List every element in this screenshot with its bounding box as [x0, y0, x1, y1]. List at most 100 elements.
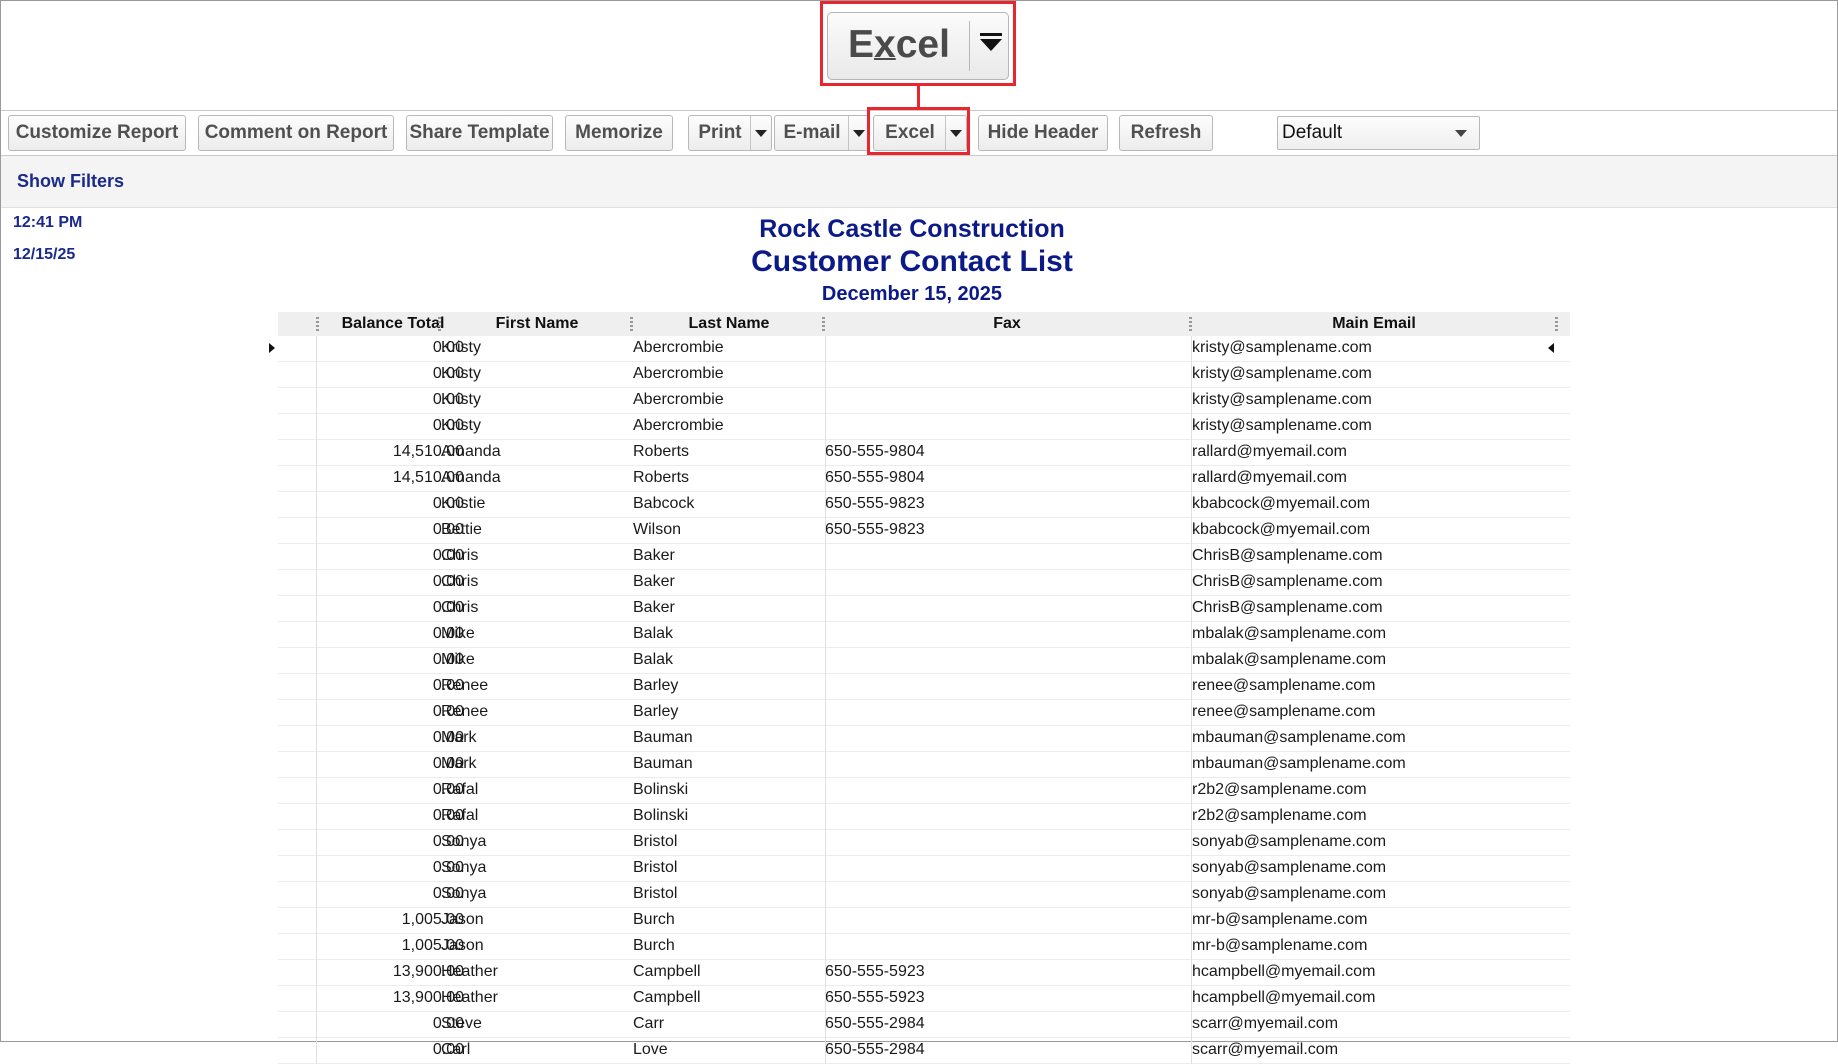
- first-name-cell: Heather: [441, 989, 498, 1006]
- table-row[interactable]: 0.00 Renee Barley renee@samplename.com: [278, 674, 1570, 700]
- report-as-of-date: December 15, 2025: [821, 283, 1003, 305]
- table-row[interactable]: 0.00 Sonya Bristol sonyab@samplename.com: [278, 882, 1570, 908]
- current-row-marker-icon: [269, 343, 275, 353]
- column-header-last-name[interactable]: Last Name: [634, 315, 824, 333]
- customize-report-button[interactable]: Customize Report: [8, 115, 186, 151]
- table-row[interactable]: 0.00 Mark Bauman mbauman@samplename.com: [278, 752, 1570, 778]
- table-row[interactable]: 0.00 Mark Bauman mbauman@samplename.com: [278, 726, 1570, 752]
- last-name-cell: Barley: [633, 703, 679, 720]
- column-resize-handle[interactable]: [1189, 317, 1192, 332]
- main-email-cell: sonyab@samplename.com: [1192, 885, 1387, 902]
- main-email-cell: renee@samplename.com: [1192, 703, 1376, 720]
- table-row[interactable]: 0.00 Kristie Babcock 650-555-9823 kbabcock@m…: [278, 492, 1570, 518]
- main-email-cell: kristy@samplename.com: [1192, 365, 1372, 382]
- main-email-cell: ChrisB@samplename.com: [1192, 547, 1383, 564]
- last-name-cell: Balak: [633, 625, 674, 642]
- table-row[interactable]: 14,510.00 Amanda Roberts 650-555-9804 rallar…: [278, 440, 1570, 466]
- table-row[interactable]: 0.00 Kristy Abercrombie kristy@samplename.c…: [278, 414, 1570, 440]
- table-row[interactable]: 14,510.00 Amanda Roberts 650-555-9804 rallar…: [278, 466, 1570, 492]
- table-row[interactable]: 0.00 Kristy Abercrombie kristy@samplename.c…: [269, 336, 1570, 362]
- table-row[interactable]: 0.00 Bettie Wilson 650-555-9823 kbabcock@mye…: [278, 518, 1570, 544]
- column-resize-handle[interactable]: [316, 317, 319, 332]
- email-dropdown-arrow-icon[interactable]: [848, 116, 869, 150]
- table-row[interactable]: 0.00 Mike Balak mbalak@samplename.com: [278, 648, 1570, 674]
- first-name-cell: Steve: [441, 1015, 482, 1032]
- table-row[interactable]: 1,005.00 Jason Burch mr-b@samplename.com: [278, 934, 1570, 960]
- first-name-cell: Kristy: [441, 391, 481, 408]
- company-name: Rock Castle Construction: [759, 215, 1065, 243]
- column-header-first-name[interactable]: First Name: [442, 315, 632, 333]
- comment-on-report-button[interactable]: Comment on Report: [198, 115, 394, 151]
- table-row[interactable]: 0.00 Rafal Bolinski r2b2@samplename.com: [278, 804, 1570, 830]
- main-email-cell: kristy@samplename.com: [1192, 391, 1372, 408]
- table-row[interactable]: 0.00 Rafal Bolinski r2b2@samplename.com: [278, 778, 1570, 804]
- table-row[interactable]: 0.00 Chris Baker ChrisB@samplename.com: [278, 544, 1570, 570]
- first-name-cell: Jason: [441, 911, 484, 928]
- first-name-cell: Kristy: [441, 417, 481, 434]
- first-name-cell: Amanda: [441, 469, 501, 486]
- excel-button-highlight: [867, 107, 970, 155]
- last-name-cell: Campbell: [633, 963, 701, 980]
- main-email-cell: mbauman@samplename.com: [1192, 755, 1406, 772]
- column-header-fax[interactable]: Fax: [826, 315, 1188, 333]
- column-divider: [1191, 336, 1192, 1064]
- first-name-cell: Mike: [441, 651, 475, 668]
- table-row[interactable]: 0.00 Kristy Abercrombie kristy@samplename.c…: [278, 362, 1570, 388]
- first-name-cell: Sonya: [441, 833, 487, 850]
- fax-cell: 650-555-5923: [825, 989, 925, 1006]
- main-email-cell: kristy@samplename.com: [1192, 339, 1372, 356]
- chevron-down-icon: [1455, 130, 1467, 137]
- table-row[interactable]: 0.00 Chris Baker ChrisB@samplename.com: [278, 570, 1570, 596]
- table-row[interactable]: 0.00 Mike Balak mbalak@samplename.com: [278, 622, 1570, 648]
- column-resize-handle[interactable]: [630, 317, 633, 332]
- last-name-cell: Bristol: [633, 859, 678, 876]
- main-email-cell: rallard@myemail.com: [1192, 443, 1347, 460]
- last-name-cell: Roberts: [633, 443, 690, 460]
- column-resize-handle[interactable]: [822, 317, 825, 332]
- first-name-cell: Kristy: [441, 365, 481, 382]
- memorize-button[interactable]: Memorize: [565, 115, 673, 151]
- report-title: Customer Contact List: [751, 245, 1073, 278]
- fax-cell: 650-555-9804: [825, 443, 925, 460]
- table-row[interactable]: 0.00 Steve Carr 650-555-2984 scarr@myemail.c…: [278, 1012, 1570, 1038]
- print-button[interactable]: Print: [688, 115, 772, 151]
- show-filters-link[interactable]: Show Filters: [17, 171, 124, 192]
- last-name-cell: Carr: [633, 1015, 665, 1032]
- customize-report-label: Customize Report: [15, 122, 179, 143]
- share-template-label: Share Template: [409, 122, 550, 143]
- email-label: E-mail: [783, 122, 841, 143]
- report-style-select[interactable]: Default: [1277, 116, 1480, 150]
- table-row[interactable]: 0.00 Chris Baker ChrisB@samplename.com: [278, 596, 1570, 622]
- main-email-cell: scarr@myemail.com: [1192, 1041, 1339, 1058]
- last-name-cell: Burch: [633, 911, 675, 928]
- table-body: 0.00 Kristy Abercrombie kristy@samplename.c…: [269, 336, 1570, 1064]
- main-email-cell: mbalak@samplename.com: [1192, 651, 1387, 668]
- first-name-cell: Kristy: [441, 339, 481, 356]
- first-name-cell: Carl: [441, 1041, 471, 1058]
- table-row[interactable]: 0.00 Kristy Abercrombie kristy@samplename.c…: [278, 388, 1570, 414]
- table-row[interactable]: 0.00 Renee Barley renee@samplename.com: [278, 700, 1570, 726]
- email-button[interactable]: E-mail: [774, 115, 870, 151]
- excel-zoomed-label: Excel: [848, 23, 950, 66]
- table-row[interactable]: 0.00 Sonya Bristol sonyab@samplename.com: [278, 830, 1570, 856]
- excel-button-zoomed[interactable]: Excel: [827, 12, 1009, 80]
- share-template-button[interactable]: Share Template: [406, 115, 553, 151]
- column-resize-handle[interactable]: [438, 317, 441, 332]
- first-name-cell: Jason: [441, 937, 484, 954]
- refresh-button[interactable]: Refresh: [1119, 115, 1213, 151]
- column-header-main-email[interactable]: Main Email: [1193, 315, 1555, 333]
- print-dropdown-arrow-icon[interactable]: [750, 116, 771, 150]
- column-resize-handle[interactable]: [1555, 317, 1558, 332]
- table-row[interactable]: 1,005.00 Jason Burch mr-b@samplename.com: [278, 908, 1570, 934]
- last-name-cell: Bolinski: [633, 807, 689, 824]
- export-dropdown-arrow-icon[interactable]: [980, 33, 1002, 51]
- table-row[interactable]: 13,900.00 Heather Campbell 650-555-5923 hcam…: [278, 986, 1570, 1012]
- main-email-cell: mr-b@samplename.com: [1192, 937, 1368, 954]
- main-email-cell: rallard@myemail.com: [1192, 469, 1347, 486]
- table-row[interactable]: 13,900.00 Heather Campbell 650-555-5923 hcam…: [278, 960, 1570, 986]
- table-row[interactable]: 0.00 Sonya Bristol sonyab@samplename.com: [278, 856, 1570, 882]
- main-email-cell: kristy@samplename.com: [1192, 417, 1372, 434]
- hide-header-button[interactable]: Hide Header: [978, 115, 1108, 151]
- last-name-cell: Abercrombie: [633, 417, 724, 434]
- first-name-cell: Sonya: [441, 885, 487, 902]
